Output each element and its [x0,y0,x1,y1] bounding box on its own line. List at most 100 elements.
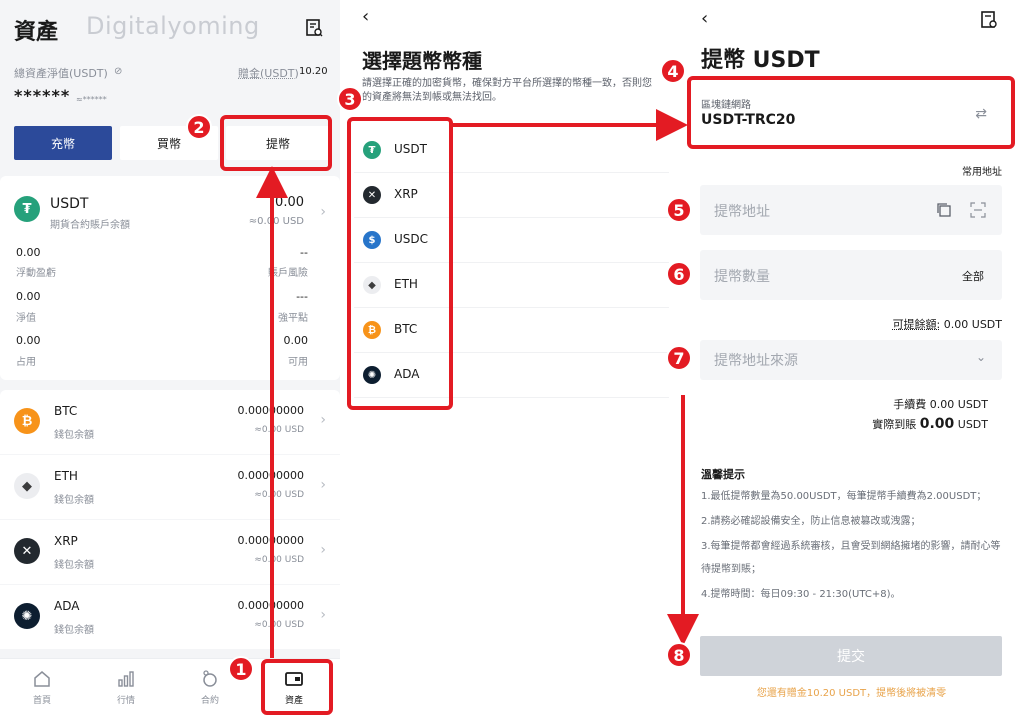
usdt-name: USDT [50,196,89,212]
highlight-network [687,76,1015,149]
usdt-sub: 期貨合約賬戶余額 [50,220,130,231]
available-balance: 可提餘額: 0.00 USDT [893,316,1002,332]
fee-label: 手續費 [893,398,927,411]
coin-sub: 錢包余額 [54,625,94,636]
usdt-value: 0.00 [275,195,304,210]
liquidation-label: 強平點 [278,313,308,324]
chevron-down-icon: ⌄ [975,350,986,364]
tab-label: 行情 [116,696,135,706]
total-assets-label: 總資產淨值(USDT) [14,67,108,80]
highlight-assets-tab [261,659,333,715]
usdt-futures-card[interactable]: ₮ USDT 期貨合約賬戶余額 0.00 ≈0.00 USD › 0.00 浮動… [0,176,340,380]
select-coin-description: 請選擇正確的加密貨幣，確保對方平台所選擇的幣種一致，否則您的資產將無法到帳或無法… [362,78,652,103]
bonus-value: 10.20 [299,66,328,77]
back-arrow-icon[interactable]: ‹ [362,6,369,27]
eye-hidden-icon[interactable]: ⊘ [114,66,122,77]
page-title: 選擇題幣幣種 [362,49,482,73]
paste-icon[interactable] [936,202,952,218]
watermark: Digitalyoming [86,12,260,40]
available-label: 可用 [288,357,308,368]
occupied-value: 0.00 [16,334,41,347]
step-marker: 1 [228,656,254,682]
coin-approx: ≈0.00 USD [254,425,304,435]
address-placeholder: 提幣地址 [714,204,770,220]
coin-sub: 錢包余額 [54,430,94,441]
highlight-coin-list [347,117,453,410]
tip-item: 2.請務必確認設備安全，防止信息被篡改或洩露； [701,516,921,527]
fee-row: 手續費 0.00 USDT [893,396,988,412]
submit-button[interactable]: 提交 [700,636,1002,676]
tab-label: 合約 [200,696,219,706]
coin-value: 0.00000000 [237,599,304,612]
usdt-approx: ≈0.00 USD [248,216,304,227]
contract-icon [203,670,217,687]
available-label: 可提餘額: [892,318,941,331]
chart-icon [118,671,134,687]
tip-item: 3.每筆提幣都會經過系統審核，且會受到網絡擁堵的影響，請耐心等待提幣到賬； [701,541,1001,575]
tab-market[interactable]: 行情 [96,669,156,706]
available-value: 0.00 USDT [943,318,1002,331]
step-marker: 3 [337,86,363,112]
chevron-right-icon: › [320,542,326,558]
assets-header: 資產 Digitalyoming [0,0,340,56]
tab-label: 首頁 [32,696,51,706]
coin-sub: 錢包余額 [54,495,94,506]
eth-icon: ◆ [14,473,40,499]
coin-value: 0.00000000 [237,534,304,547]
liquidation-value: --- [296,290,308,303]
tip-item: 4.提幣時間：每日09:30 - 21:30(UTC+8)。 [701,589,901,600]
coin-row-eth[interactable]: ◆ ETH 錢包余額 0.00000000 ≈0.00 USD › [0,455,340,519]
chevron-right-icon: › [320,204,326,220]
account-risk-value: -- [300,246,308,259]
chevron-right-icon: › [320,477,326,493]
record-icon[interactable] [979,10,999,30]
record-icon[interactable] [304,18,324,38]
xrp-icon: ✕ [14,538,40,564]
hidden-balance-sub: ≈****** [76,95,107,104]
coin-name: BTC [54,404,78,418]
actual-arrival-row: 實際到賬 0.00 USDT [872,416,988,432]
available-value: 0.00 [283,334,309,347]
step-marker: 4 [660,58,686,84]
coin-row-btc[interactable]: ₿ BTC 錢包余額 0.00000000 ≈0.00 USD › [0,390,340,454]
coin-name: ETH [54,469,78,483]
assets-panel: 資產 Digitalyoming 總資產淨值(USDT) ⊘ 贈金(USDT) … [0,0,340,720]
bonus-warning: 您還有贈金10.20 USDT，提幣後將被清零 [756,688,947,699]
occupied-label: 占用 [16,357,36,368]
common-address-link[interactable]: 常用地址 [962,163,1002,178]
usdt-icon: ₮ [14,196,40,222]
equity-value: 0.00 [16,290,41,303]
address-source-select[interactable]: 提幣地址來源 ⌄ [700,340,1002,380]
btc-icon: ₿ [14,408,40,434]
bonus-label[interactable]: 贈金(USDT) [238,65,299,81]
actual-unit: USDT [957,418,988,431]
page-title: 資產 [14,20,59,45]
coin-value: 0.00000000 [237,404,304,417]
coin-approx: ≈0.00 USD [254,490,304,500]
address-field[interactable]: 提幣地址 [700,185,1002,235]
amount-placeholder: 提幣數量 [714,269,770,285]
account-risk-label: 賬戶風險 [268,268,308,279]
coin-row-xrp[interactable]: ✕ XRP 錢包余額 0.00000000 ≈0.00 USD › [0,520,340,584]
address-source-placeholder: 提幣地址來源 [714,353,798,369]
coin-name: ADA [54,599,80,613]
step-marker: 5 [666,197,692,223]
actual-value: 0.00 [919,416,955,432]
coin-name: XRP [54,534,78,548]
actual-label: 實際到賬 [872,418,917,431]
scan-icon[interactable] [970,202,986,218]
coin-value: 0.00000000 [237,469,304,482]
floating-pnl-value: 0.00 [16,246,41,259]
equity-label: 淨值 [16,313,36,324]
coin-row-ada[interactable]: ✺ ADA 錢包余額 0.00000000 ≈0.00 USD › [0,585,340,649]
hidden-balance: ****** [14,86,71,105]
page-title: 提幣 USDT [701,48,820,73]
deposit-button[interactable]: 充幣 [14,126,112,160]
ada-icon: ✺ [14,603,40,629]
back-arrow-icon[interactable]: ‹ [701,8,708,29]
coin-approx: ≈0.00 USD [254,620,304,630]
all-amount-button[interactable]: 全部 [962,268,984,284]
chevron-right-icon: › [320,607,326,623]
amount-field[interactable]: 提幣數量 全部 [700,250,1002,300]
tab-home[interactable]: 首頁 [12,669,72,706]
